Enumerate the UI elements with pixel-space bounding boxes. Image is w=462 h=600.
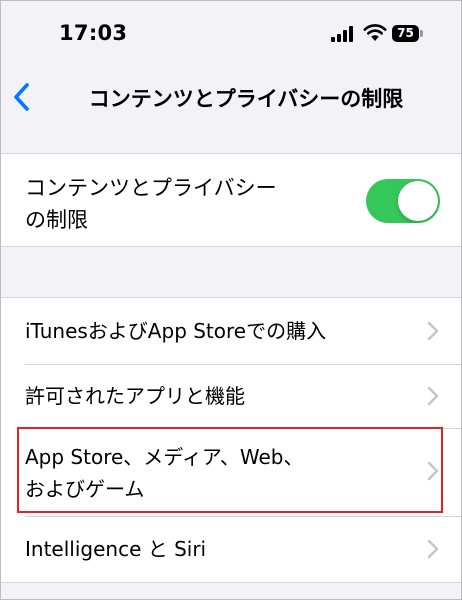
page-title: コンテンツとプライバシーの制限 (88, 87, 404, 111)
restrictions-toggle-label-line2: の制限 (25, 208, 88, 232)
toggle-knob (398, 181, 438, 221)
list-item-label: iTunesおよびApp Storeでの購入 (25, 319, 327, 343)
restrictions-toggle-label: コンテンツとプライバシー の制限 (25, 172, 325, 236)
restrictions-toggle-label-line1: コンテンツとプライバシー (25, 176, 277, 200)
chevron-right-icon (427, 386, 439, 406)
list-item-intelligence-siri[interactable]: Intelligence と Siri (1, 516, 461, 582)
restrictions-toggle[interactable] (366, 179, 440, 223)
status-bar: 17:03 75 (1, 1, 461, 61)
list-item-itunes-purchases[interactable]: iTunesおよびApp Storeでの購入 (1, 298, 461, 364)
signal-icon (331, 26, 357, 42)
list-item-label: Intelligence と Siri (25, 537, 207, 561)
battery-icon: 75 (392, 25, 424, 42)
screen: 17:03 75 コンテンツとプライバシーの制限 コンテンツとプライバシー の制… (0, 0, 462, 600)
status-time: 17:03 (59, 21, 128, 45)
back-button[interactable] (7, 77, 41, 117)
chevron-right-icon (427, 321, 439, 341)
chevron-left-icon (14, 83, 29, 111)
wifi-icon (363, 24, 387, 41)
list-item-allowed-apps[interactable]: 許可されたアプリと機能 (1, 364, 461, 428)
highlight-box (17, 427, 443, 513)
list-item-label: 許可されたアプリと機能 (25, 384, 245, 408)
chevron-right-icon (427, 539, 439, 559)
restrictions-toggle-group: コンテンツとプライバシー の制限 (1, 153, 461, 247)
nav-bar: コンテンツとプライバシーの制限 (1, 61, 461, 133)
battery-level: 75 (392, 25, 419, 42)
